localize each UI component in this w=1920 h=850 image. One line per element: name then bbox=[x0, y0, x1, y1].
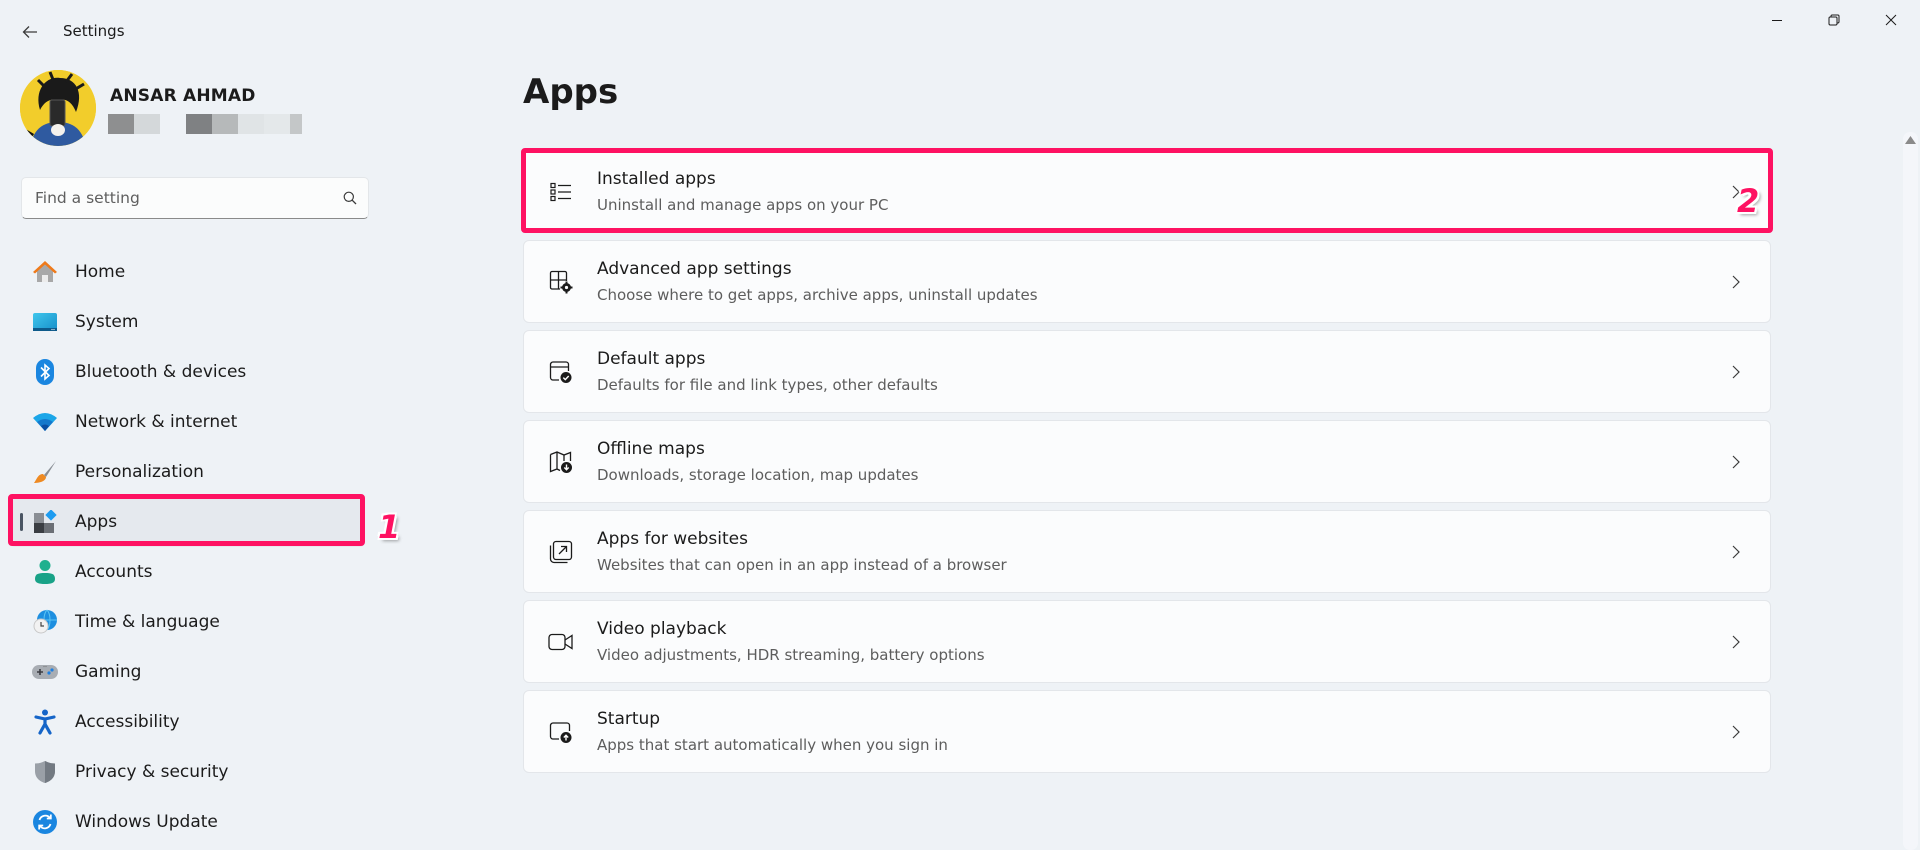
sidebar-item-label: Accounts bbox=[75, 562, 153, 582]
sidebar-item-label: System bbox=[75, 312, 139, 332]
card-title: Installed apps bbox=[597, 169, 716, 189]
sidebar-item-label: Apps bbox=[75, 512, 118, 532]
wifi-icon bbox=[32, 409, 58, 435]
chevron-right-icon bbox=[1730, 273, 1742, 291]
vertical-scrollbar[interactable] bbox=[1903, 132, 1918, 850]
sidebar-item-bluetooth-devices[interactable]: Bluetooth & devices bbox=[10, 347, 365, 397]
annotation-number-1: 1 bbox=[378, 508, 401, 546]
open-external-icon bbox=[548, 539, 574, 565]
card-title: Advanced app settings bbox=[597, 259, 792, 279]
chevron-right-icon bbox=[1730, 543, 1742, 561]
card-apps-for-websites[interactable]: Apps for websites Websites that can open… bbox=[523, 510, 1771, 593]
video-camera-icon bbox=[548, 629, 574, 655]
chevron-right-icon bbox=[1730, 633, 1742, 651]
card-description: Websites that can open in an app instead… bbox=[597, 556, 1007, 574]
card-description: Apps that start automatically when you s… bbox=[597, 736, 948, 754]
avatar-image-icon bbox=[20, 70, 96, 146]
card-title: Offline maps bbox=[597, 439, 705, 459]
chevron-right-icon bbox=[1730, 453, 1742, 471]
sidebar-item-home[interactable]: Home bbox=[10, 247, 365, 297]
bluetooth-icon bbox=[32, 359, 58, 385]
default-apps-check-icon bbox=[548, 359, 574, 385]
sidebar-item-privacy-security[interactable]: Privacy & security bbox=[10, 747, 365, 797]
sidebar-item-label: Privacy & security bbox=[75, 762, 229, 782]
card-description: Choose where to get apps, archive apps, … bbox=[597, 286, 1038, 304]
card-description: Defaults for file and link types, other … bbox=[597, 376, 938, 394]
scroll-up-arrow-icon[interactable] bbox=[1905, 136, 1916, 144]
title-bar: Settings bbox=[0, 0, 1920, 60]
card-startup[interactable]: Startup Apps that start automatically wh… bbox=[523, 690, 1771, 773]
startup-arrow-icon bbox=[548, 719, 574, 745]
user-name: ANSAR AHMAD bbox=[110, 86, 256, 106]
sidebar-item-label: Home bbox=[75, 262, 126, 282]
sidebar-item-label: Personalization bbox=[75, 462, 204, 482]
settings-card-list: Installed apps Uninstall and manage apps… bbox=[523, 150, 1771, 780]
card-description: Video adjustments, HDR streaming, batter… bbox=[597, 646, 985, 664]
arrow-left-icon bbox=[22, 26, 37, 38]
avatar[interactable] bbox=[20, 70, 96, 146]
card-title: Apps for websites bbox=[597, 529, 748, 549]
card-video-playback[interactable]: Video playback Video adjustments, HDR st… bbox=[523, 600, 1771, 683]
card-description: Uninstall and manage apps on your PC bbox=[597, 196, 889, 214]
sidebar-item-gaming[interactable]: Gaming bbox=[10, 647, 365, 697]
card-title: Video playback bbox=[597, 619, 727, 639]
sidebar-item-label: Bluetooth & devices bbox=[75, 362, 247, 382]
sidebar-item-accessibility[interactable]: Accessibility bbox=[10, 697, 365, 747]
map-download-icon bbox=[548, 449, 574, 475]
card-title: Startup bbox=[597, 709, 661, 729]
home-icon bbox=[32, 259, 58, 285]
app-title: Settings bbox=[63, 22, 125, 40]
card-offline-maps[interactable]: Offline maps Downloads, storage location… bbox=[523, 420, 1771, 503]
chevron-right-icon bbox=[1730, 363, 1742, 381]
globe-clock-icon bbox=[32, 609, 58, 635]
shield-icon bbox=[32, 759, 58, 785]
sidebar-item-label: Gaming bbox=[75, 662, 142, 682]
card-description: Downloads, storage location, map updates bbox=[597, 466, 919, 484]
sidebar-item-system[interactable]: System bbox=[10, 297, 365, 347]
sidebar-item-label: Windows Update bbox=[75, 812, 218, 832]
person-icon bbox=[32, 559, 58, 585]
card-advanced-app-settings[interactable]: Advanced app settings Choose where to ge… bbox=[523, 240, 1771, 323]
list-icon bbox=[548, 179, 574, 205]
sidebar-item-label: Network & internet bbox=[75, 412, 238, 432]
annotation-number-2: 2 bbox=[1737, 182, 1760, 220]
paintbrush-icon bbox=[32, 459, 58, 485]
sidebar-item-time-language[interactable]: Time & language bbox=[10, 597, 365, 647]
accessibility-icon bbox=[32, 709, 58, 735]
page-title: Apps bbox=[523, 72, 619, 112]
back-button[interactable] bbox=[16, 20, 44, 44]
search-box bbox=[21, 177, 369, 219]
sidebar-item-personalization[interactable]: Personalization bbox=[10, 447, 365, 497]
close-icon bbox=[1885, 14, 1897, 26]
sidebar-item-accounts[interactable]: Accounts bbox=[10, 547, 365, 597]
sidebar-item-network-internet[interactable]: Network & internet bbox=[10, 397, 365, 447]
sidebar-item-windows-update[interactable]: Windows Update bbox=[10, 797, 365, 847]
app-settings-gear-icon bbox=[548, 269, 574, 295]
minimize-icon bbox=[1772, 20, 1782, 21]
card-installed-apps[interactable]: Installed apps Uninstall and manage apps… bbox=[523, 150, 1771, 233]
sidebar-item-label: Accessibility bbox=[75, 712, 180, 732]
sidebar-nav: Home System Bluetooth & devices Network … bbox=[10, 247, 365, 847]
card-title: Default apps bbox=[597, 349, 706, 369]
apps-icon bbox=[32, 509, 58, 535]
restore-icon bbox=[1828, 14, 1840, 26]
selected-indicator bbox=[20, 513, 23, 531]
system-display-icon bbox=[32, 309, 58, 335]
update-sync-icon bbox=[32, 809, 58, 835]
search-input[interactable] bbox=[22, 178, 332, 218]
close-button[interactable] bbox=[1868, 0, 1914, 40]
sidebar-item-apps[interactable]: Apps bbox=[10, 497, 365, 547]
card-default-apps[interactable]: Default apps Defaults for file and link … bbox=[523, 330, 1771, 413]
gamepad-icon bbox=[32, 659, 58, 685]
sidebar-item-label: Time & language bbox=[75, 612, 220, 632]
search-icon[interactable] bbox=[332, 178, 368, 218]
chevron-right-icon bbox=[1730, 723, 1742, 741]
minimize-button[interactable] bbox=[1754, 0, 1800, 40]
restore-button[interactable] bbox=[1811, 0, 1857, 40]
